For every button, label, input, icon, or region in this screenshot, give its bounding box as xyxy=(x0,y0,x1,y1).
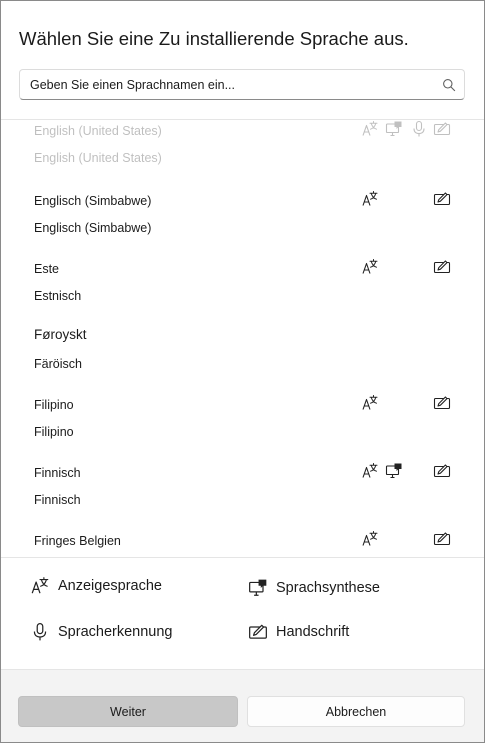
legend-label: Sprachsynthese xyxy=(276,580,380,596)
speech-synthesis-icon xyxy=(385,120,403,138)
language-native-name: Filipino xyxy=(34,398,74,412)
language-native-name: Este xyxy=(34,262,60,276)
microphone-icon xyxy=(30,622,50,642)
legend-label: Handschrift xyxy=(276,624,350,640)
language-localized-name: Färöisch xyxy=(34,357,82,371)
display-language-icon xyxy=(361,120,379,138)
legend-label: Anzeigesprache xyxy=(58,578,162,594)
dialog-title: Wählen Sie eine Zu installierende Sprach… xyxy=(19,28,409,49)
cancel-button[interactable]: Abbrechen xyxy=(247,696,465,727)
handwriting-icon xyxy=(433,190,451,208)
display-language-icon xyxy=(361,258,379,276)
legend-handwriting: Handschrift xyxy=(248,622,349,642)
language-item[interactable]: Englisch (Simbabwe) Englisch (Simbabwe) xyxy=(1,191,484,262)
language-item[interactable]: Fringes Belgien xyxy=(1,531,484,557)
handwriting-icon xyxy=(433,530,451,548)
display-language-icon xyxy=(361,190,379,208)
legend-speech-synthesis: Sprachsynthese xyxy=(248,578,380,598)
language-localized-name: English (United States) xyxy=(34,151,162,165)
legend-display-language: Anzeigesprache xyxy=(30,576,162,596)
search-box[interactable] xyxy=(19,69,465,100)
language-native-name: Englisch (Simbabwe) xyxy=(34,194,152,208)
language-localized-name: Estnisch xyxy=(34,289,82,303)
feature-legend: Anzeigesprache Sprachsynthese Spracherke… xyxy=(1,557,484,669)
display-language-icon xyxy=(361,530,379,548)
speech-synthesis-icon xyxy=(385,462,403,480)
display-language-icon xyxy=(30,576,50,596)
language-localized-name: Filipino xyxy=(34,425,74,439)
language-item[interactable]: Føroyskt Färöisch xyxy=(1,327,484,395)
language-localized-name: Finnisch xyxy=(34,493,81,507)
microphone-icon xyxy=(410,120,428,138)
search-input[interactable] xyxy=(20,70,434,99)
language-item[interactable]: Finnisch Finnisch xyxy=(1,463,484,534)
handwriting-icon xyxy=(248,622,268,642)
language-localized-name: Englisch (Simbabwe) xyxy=(34,221,152,235)
language-item[interactable]: English (United States) English (United … xyxy=(1,120,484,192)
language-native-name: English (United States) xyxy=(34,124,162,138)
speech-synthesis-icon xyxy=(248,578,268,598)
handwriting-icon xyxy=(433,462,451,480)
handwriting-icon xyxy=(433,258,451,276)
language-native-name: Fringes Belgien xyxy=(34,534,121,548)
language-item[interactable]: Este Estnisch xyxy=(1,259,484,330)
language-install-dialog: Wählen Sie eine Zu installierende Sprach… xyxy=(0,0,485,743)
language-native-name: Finnisch xyxy=(34,466,81,480)
handwriting-icon xyxy=(433,394,451,412)
language-native-name: Føroyskt xyxy=(34,327,87,342)
handwriting-icon xyxy=(433,120,451,138)
language-item[interactable]: Filipino Filipino xyxy=(1,395,484,466)
dialog-footer: Weiter Abbrechen xyxy=(1,669,484,742)
next-button[interactable]: Weiter xyxy=(18,696,238,727)
legend-label: Spracherkennung xyxy=(58,624,173,640)
language-list[interactable]: English (United States) English (United … xyxy=(1,120,484,557)
display-language-icon xyxy=(361,394,379,412)
search-icon[interactable] xyxy=(434,70,464,99)
legend-speech-recognition: Spracherkennung xyxy=(30,622,172,642)
display-language-icon xyxy=(361,462,379,480)
